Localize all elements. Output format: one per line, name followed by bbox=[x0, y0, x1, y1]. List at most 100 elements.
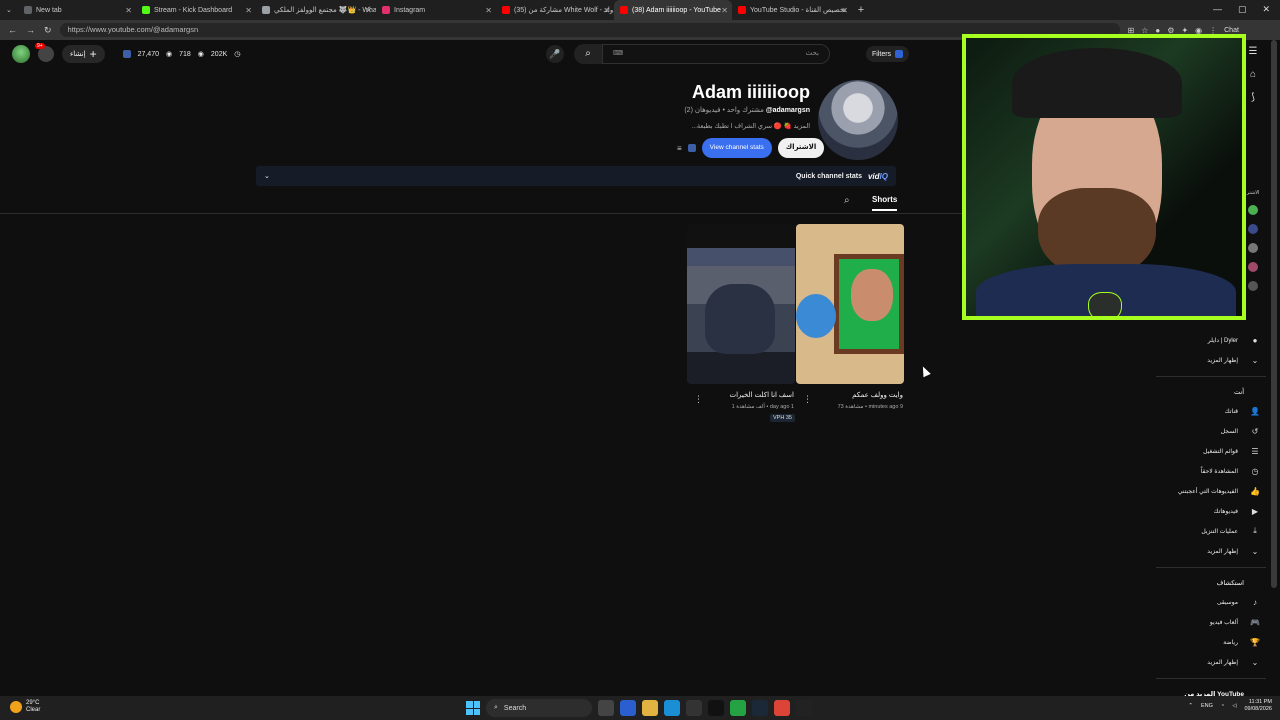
page-scrollbar[interactable] bbox=[1271, 40, 1277, 588]
subscription-avatar[interactable] bbox=[1248, 262, 1258, 272]
browser-tab[interactable]: (35) مشاركة من White Wolf - واتـ... ✕ bbox=[496, 0, 614, 20]
chat-button[interactable]: Chat bbox=[1224, 27, 1239, 34]
view-channel-stats-button[interactable]: View channel stats bbox=[701, 138, 772, 158]
channel-avatar[interactable] bbox=[818, 80, 898, 160]
tab-close-icon[interactable]: ✕ bbox=[125, 6, 132, 15]
sidebar-item-label: إظهار المزيد bbox=[1207, 357, 1238, 364]
sidebar-item-liked[interactable]: الفيديوهات التي أعجبتني 👍 bbox=[1156, 481, 1266, 501]
menu-icon[interactable]: ☰ bbox=[1249, 46, 1258, 57]
back-icon[interactable]: ← bbox=[8, 25, 17, 36]
weather-widget[interactable]: 29°C Clear bbox=[10, 700, 40, 714]
clock[interactable]: 11:31 PM 09/08/2026 bbox=[1244, 699, 1272, 713]
channel-description[interactable]: ...المزيد 🍓 🔴 سري الشراف ا تطبك بطبعة bbox=[691, 122, 810, 130]
tab-close-icon[interactable]: ✕ bbox=[245, 6, 252, 15]
browser-tab-active[interactable]: (38) Adam iiiiiioop - YouTube ✕ bbox=[614, 0, 732, 20]
notifications-bell-icon[interactable]: 9+ bbox=[35, 43, 54, 62]
download-icon: ⤓ bbox=[1253, 526, 1257, 535]
tab-close-icon[interactable]: ✕ bbox=[841, 6, 848, 15]
keyboard-icon[interactable]: ⌨ bbox=[613, 45, 623, 63]
channel-name: Adam iiiiiioop bbox=[691, 82, 810, 102]
tray-chevron-icon[interactable]: ⌃ bbox=[1188, 703, 1193, 709]
edge-icon[interactable] bbox=[664, 700, 680, 716]
search-icon[interactable]: ⌕ bbox=[574, 44, 602, 64]
tab-menu-button[interactable]: ⌄ bbox=[0, 0, 18, 20]
minimize-icon[interactable]: — bbox=[1213, 4, 1222, 15]
sidebar-item-music[interactable]: موسيقى ♪ bbox=[1156, 592, 1266, 612]
tab-shorts[interactable]: Shorts bbox=[872, 195, 898, 211]
create-button[interactable]: إنشاء + bbox=[62, 45, 105, 63]
browser-tab[interactable]: New tab ✕ bbox=[18, 0, 136, 20]
sidebar-item-your-channel[interactable]: قناتك 👤 bbox=[1156, 401, 1266, 421]
short-title[interactable]: اسف انا اكلت الخيرات bbox=[694, 391, 795, 399]
browser-tab[interactable]: مجتمع الوولفز الملكي 🐺👑 - What... ✕ bbox=[256, 0, 376, 20]
search-input[interactable]: ⌨ بحث bbox=[602, 44, 830, 64]
sidebar-item-sports[interactable]: رياضة 🏆 bbox=[1156, 632, 1266, 652]
sidebar-show-more[interactable]: إظهار المزيد ⌄ bbox=[1156, 652, 1266, 672]
chevron-down-icon[interactable]: ⌄ bbox=[264, 172, 270, 180]
file-explorer-icon[interactable] bbox=[642, 700, 658, 716]
reload-icon[interactable]: ↻ bbox=[44, 25, 52, 36]
sidebar-item-history[interactable]: السجل ↺ bbox=[1156, 421, 1266, 441]
volume-icon[interactable]: ◁ bbox=[1232, 703, 1236, 709]
shorts-icon[interactable]: ⟆ bbox=[1251, 92, 1255, 103]
app-icon[interactable] bbox=[796, 700, 812, 716]
language-indicator[interactable]: ENG bbox=[1201, 703, 1213, 709]
subscription-avatar[interactable] bbox=[1248, 205, 1258, 215]
new-tab-button[interactable]: + bbox=[852, 4, 870, 16]
browser-tab[interactable]: Instagram ✕ bbox=[376, 0, 496, 20]
account-avatar[interactable] bbox=[12, 45, 30, 63]
subscribe-button[interactable]: الاشتراك bbox=[777, 138, 825, 158]
subscriptions-label[interactable]: الاشتر bbox=[1247, 190, 1260, 196]
vidiq-icon[interactable] bbox=[687, 144, 696, 152]
sidebar-section-you[interactable]: أنت bbox=[1156, 383, 1266, 401]
filters-button[interactable]: Filters bbox=[866, 46, 910, 62]
tab-close-icon[interactable]: ✕ bbox=[485, 6, 492, 15]
maximize-icon[interactable]: ▢ bbox=[1238, 4, 1247, 15]
quick-stats-group: Quick channel stats vidIQ bbox=[796, 172, 888, 181]
sidebar-item-gaming[interactable]: ألعاب فيديو 🎮 bbox=[1156, 612, 1266, 632]
sidebar-subscription-dyler[interactable]: دايلر | Dyler ● bbox=[1156, 330, 1266, 350]
nav-buttons: ← → ↻ bbox=[0, 25, 60, 36]
sidebar-show-more[interactable]: إظهار المزيد ⌄ bbox=[1156, 350, 1266, 370]
store-icon[interactable] bbox=[686, 700, 702, 716]
tab-close-icon[interactable]: ✕ bbox=[365, 6, 372, 15]
subscription-avatar[interactable] bbox=[1248, 224, 1258, 234]
short-title[interactable]: وايت وولف عمكم bbox=[803, 391, 903, 399]
sidebar-show-more[interactable]: إظهار المزيد ⌄ bbox=[1156, 541, 1266, 561]
forward-icon[interactable]: → bbox=[26, 25, 35, 36]
windows-start-icon[interactable] bbox=[466, 701, 480, 715]
weather-condition: Clear bbox=[26, 707, 41, 713]
taskbar-search[interactable]: ⌕ Search bbox=[486, 699, 592, 717]
list-icon[interactable]: ≡ bbox=[677, 144, 682, 153]
voice-search-mic-icon[interactable]: 🎤 bbox=[546, 45, 564, 63]
whatsapp-icon[interactable] bbox=[730, 700, 746, 716]
close-window-icon[interactable]: ✕ bbox=[1262, 4, 1270, 15]
tab-close-icon[interactable]: ✕ bbox=[603, 6, 610, 15]
channel-meta: مشترك واحد • فيديوهان (2) @adamargsn bbox=[684, 106, 810, 114]
more-options-icon[interactable]: ⋮ bbox=[803, 394, 812, 405]
chrome-icon[interactable] bbox=[774, 700, 790, 716]
sidebar-item-your-videos[interactable]: فيديوهاتك ▶ bbox=[1156, 501, 1266, 521]
app-icon[interactable] bbox=[708, 700, 724, 716]
sidebar-item-watch-later[interactable]: المشاهدة لاحقاً ◷ bbox=[1156, 461, 1266, 481]
tab-close-icon[interactable]: ✕ bbox=[721, 6, 728, 15]
copilot-icon[interactable] bbox=[620, 700, 636, 716]
url-field[interactable]: https://www.youtube.com/@adamargsn bbox=[59, 23, 1120, 37]
more-options-icon[interactable]: ⋮ bbox=[694, 394, 703, 405]
task-view-icon[interactable] bbox=[598, 700, 614, 716]
sidebar-item-playlists[interactable]: قوائم التشغيل ☰ bbox=[1156, 441, 1266, 461]
vidiq-quick-stats-bar[interactable]: ⌄ Quick channel stats vidIQ bbox=[256, 166, 896, 186]
browser-tab[interactable]: Stream - Kick Dashboard ✕ bbox=[136, 0, 256, 20]
subscription-avatar[interactable] bbox=[1248, 243, 1258, 253]
short-meta: 1 ألف مشاهدة • day ago 1 bbox=[731, 404, 794, 410]
short-thumbnail[interactable] bbox=[796, 224, 904, 384]
sidebar-item-downloads[interactable]: عمليات التنزيل ⤓ bbox=[1156, 521, 1266, 541]
plus-icon: + bbox=[89, 47, 97, 61]
wifi-icon[interactable]: ◔ bbox=[1221, 703, 1224, 709]
steam-icon[interactable] bbox=[752, 700, 768, 716]
short-thumbnail[interactable] bbox=[687, 224, 795, 384]
home-icon[interactable]: ⌂ bbox=[1250, 69, 1256, 80]
subscription-avatar[interactable] bbox=[1248, 281, 1258, 291]
browser-tab[interactable]: YouTube Studio - تخصيص القناة ✕ bbox=[732, 0, 852, 20]
channel-search-icon[interactable]: ⌕ bbox=[844, 195, 850, 206]
